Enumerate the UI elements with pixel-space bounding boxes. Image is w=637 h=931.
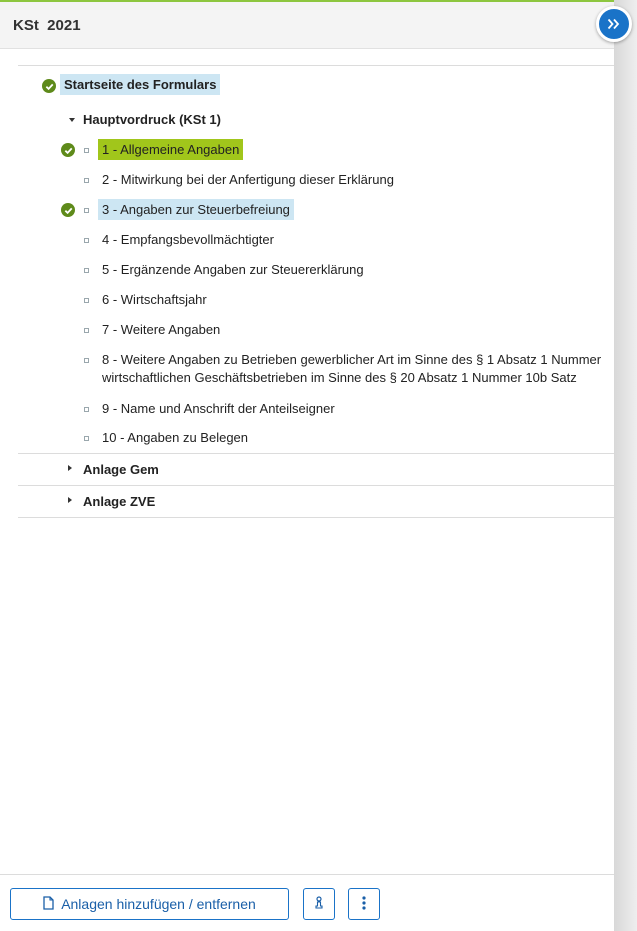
add-remove-attachments-button[interactable]: Anlagen hinzufügen / entfernen — [10, 888, 289, 920]
tree-item-label: 10 - Angaben zu Belegen — [102, 430, 249, 445]
form-title: KSt 2021 — [13, 17, 81, 34]
tree-item-1[interactable]: 1 - Allgemeine Angaben — [18, 135, 614, 165]
person-icon — [314, 895, 324, 913]
tree-item-8[interactable]: 8 - Weitere Angaben zu Betrieben gewerbl… — [18, 345, 614, 394]
tree-item-6[interactable]: 6 - Wirtschaftsjahr — [18, 285, 614, 315]
tree-item-label: 5 - Ergänzende Angaben zur Steuererkläru… — [102, 262, 364, 277]
panel-footer: Anlagen hinzufügen / entfernen — [0, 874, 614, 931]
more-options-button[interactable] — [348, 888, 380, 920]
caret-right-icon[interactable] — [68, 465, 72, 471]
tree-group-hauptvordruck[interactable]: Hauptvordruck (KSt 1) — [18, 104, 614, 135]
content-area-edge — [614, 0, 637, 931]
more-vertical-icon — [362, 895, 366, 913]
tree-group-anlage-gem[interactable]: Anlage Gem — [18, 454, 614, 486]
tree-item-label-line2: wirtschaftlichen Geschäftsbetrieben im S… — [102, 370, 577, 385]
tree-item-label: 9 - Name und Anschrift der Anteilseigner — [102, 401, 335, 416]
bullet-icon — [84, 208, 89, 213]
check-icon — [61, 203, 75, 217]
tree-item-7[interactable]: 7 - Weitere Angaben — [18, 315, 614, 345]
form-tree: Startseite des Formulars Hauptvordruck (… — [18, 65, 614, 518]
caret-down-icon[interactable] — [69, 118, 75, 122]
tree-root-label: Startseite des Formulars — [60, 74, 221, 95]
tree-item-10[interactable]: 10 - Angaben zu Belegen — [18, 424, 614, 454]
bullet-icon — [84, 178, 89, 183]
check-icon — [42, 79, 56, 93]
tree-item-label: 4 - Empfangsbevollmächtigter — [102, 232, 274, 247]
tree-group-label: Hauptvordruck (KSt 1) — [83, 112, 221, 127]
double-chevron-right-icon — [607, 18, 621, 30]
tree-item-label: 6 - Wirtschaftsjahr — [102, 292, 207, 307]
tree-item-5[interactable]: 5 - Ergänzende Angaben zur Steuererkläru… — [18, 255, 614, 285]
bullet-icon — [84, 268, 89, 273]
tree-item-label: 3 - Angaben zur Steuerbefreiung — [98, 199, 294, 220]
top-accent-line — [0, 0, 614, 2]
add-remove-attachments-label: Anlagen hinzufügen / entfernen — [61, 896, 256, 912]
check-icon — [61, 143, 75, 157]
tree-item-3[interactable]: 3 - Angaben zur Steuerbefreiung — [18, 195, 614, 225]
person-button[interactable] — [303, 888, 335, 920]
tree-item-label-line1: 8 - Weitere Angaben zu Betrieben gewerbl… — [102, 352, 602, 367]
bullet-icon — [84, 238, 89, 243]
tree-item-4[interactable]: 4 - Empfangsbevollmächtigter — [18, 225, 614, 255]
panel-header: KSt 2021 — [0, 2, 614, 49]
caret-right-icon[interactable] — [68, 497, 72, 503]
collapse-panel-button[interactable] — [596, 6, 632, 42]
bullet-icon — [84, 407, 89, 412]
tree-root-item[interactable]: Startseite des Formulars — [18, 66, 614, 104]
tree-item-label: 1 - Allgemeine Angaben — [98, 139, 244, 160]
bullet-icon — [84, 298, 89, 303]
tree-group-label: Anlage ZVE — [83, 494, 156, 509]
bullet-icon — [84, 328, 89, 333]
tree-item-label: 7 - Weitere Angaben — [102, 322, 221, 337]
bullet-icon — [84, 436, 89, 441]
tree-group-anlage-zve[interactable]: Anlage ZVE — [18, 486, 614, 518]
tree-item-9[interactable]: 9 - Name und Anschrift der Anteilseigner — [18, 394, 614, 424]
tree-item-2[interactable]: 2 - Mitwirkung bei der Anfertigung diese… — [18, 165, 614, 195]
tree-group-label: Anlage Gem — [83, 462, 159, 477]
tree-item-label: 2 - Mitwirkung bei der Anfertigung diese… — [102, 172, 394, 187]
bullet-icon — [84, 358, 89, 363]
bullet-icon — [84, 148, 89, 153]
document-icon — [43, 895, 54, 913]
form-navigation-panel: KSt 2021 Startseite des Formulars Hauptv… — [0, 0, 614, 931]
